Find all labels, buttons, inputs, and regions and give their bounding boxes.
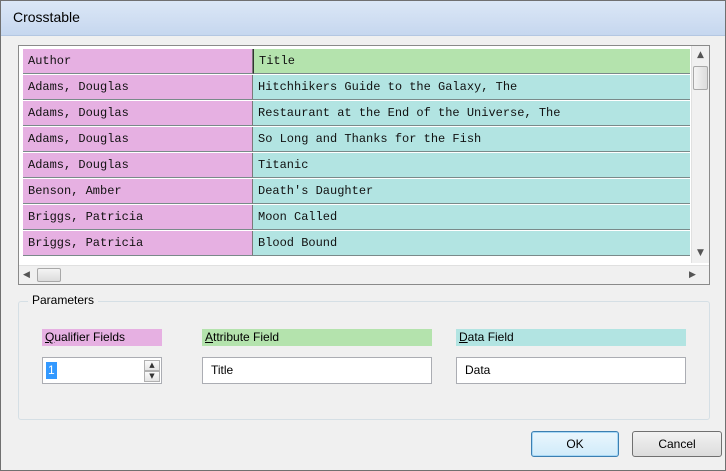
attribute-field-input[interactable]: Title <box>202 357 432 384</box>
grid-viewport: Author Title Adams, Douglas Hitchhikers … <box>23 49 690 261</box>
table-row[interactable]: Adams, Douglas So Long and Thanks for th… <box>23 127 690 153</box>
cell-title[interactable]: Death's Daughter <box>253 179 690 204</box>
cell-title[interactable]: Titanic <box>253 153 690 178</box>
cell-author[interactable]: Adams, Douglas <box>23 101 253 126</box>
header-title[interactable]: Title <box>253 49 690 74</box>
cell-title[interactable]: Moon Called <box>253 205 690 230</box>
table-row[interactable]: Briggs, Patricia Blood Bound <box>23 231 690 257</box>
scroll-up-icon[interactable]: ▲ <box>697 50 704 60</box>
cell-author[interactable]: Briggs, Patricia <box>23 231 253 256</box>
grid-header-row: Author Title <box>23 49 690 75</box>
cell-author[interactable]: Adams, Douglas <box>23 75 253 100</box>
ok-button[interactable]: OK <box>531 431 619 457</box>
parameters-group-label: Parameters <box>28 293 99 307</box>
scroll-down-icon[interactable]: ▼ <box>697 248 704 258</box>
cell-title[interactable]: Blood Bound <box>253 231 690 256</box>
cell-title[interactable]: So Long and Thanks for the Fish <box>253 127 690 152</box>
attribute-field-label: Attribute Field <box>202 329 432 346</box>
scroll-left-icon[interactable]: ◀ <box>23 270 30 280</box>
crosstable-dialog: Crosstable Author Title Adams, Douglas H… <box>0 0 726 471</box>
cell-author[interactable]: Benson, Amber <box>23 179 253 204</box>
vertical-scrollbar[interactable]: ▲ ▼ <box>691 46 709 263</box>
spin-down-icon[interactable]: ▼ <box>144 371 160 382</box>
cell-author[interactable]: Adams, Douglas <box>23 127 253 152</box>
data-field-label: Data Field <box>456 329 686 346</box>
cancel-button[interactable]: Cancel <box>632 431 722 457</box>
qualifier-fields-label: Qualifier Fields <box>42 329 162 346</box>
dialog-client-area: Author Title Adams, Douglas Hitchhikers … <box>9 36 722 462</box>
table-row[interactable]: Adams, Douglas Hitchhikers Guide to the … <box>23 75 690 101</box>
table-row[interactable]: Adams, Douglas Titanic <box>23 153 690 179</box>
crosstable-grid[interactable]: Author Title Adams, Douglas Hitchhikers … <box>18 45 710 285</box>
header-author[interactable]: Author <box>23 49 253 74</box>
vertical-scroll-thumb[interactable] <box>693 66 708 90</box>
cell-author[interactable]: Adams, Douglas <box>23 153 253 178</box>
table-row[interactable]: Benson, Amber Death's Daughter <box>23 179 690 205</box>
cell-author[interactable]: Briggs, Patricia <box>23 205 253 230</box>
qualifier-fields-stepper[interactable]: 1 ▲ ▼ <box>42 357 162 384</box>
table-row[interactable]: Adams, Douglas Restaurant at the End of … <box>23 101 690 127</box>
cell-title[interactable]: Hitchhikers Guide to the Galaxy, The <box>253 75 690 100</box>
table-row[interactable]: Briggs, Patricia Moon Called <box>23 205 690 231</box>
horizontal-scrollbar[interactable]: ◀ ▶ <box>19 265 709 284</box>
window-title: Crosstable <box>13 9 80 25</box>
qualifier-fields-value[interactable]: 1 <box>46 362 57 379</box>
horizontal-scroll-thumb[interactable] <box>37 268 61 282</box>
spin-up-icon[interactable]: ▲ <box>144 360 160 371</box>
data-field-input[interactable]: Data <box>456 357 686 384</box>
title-bar[interactable]: Crosstable <box>1 1 725 36</box>
cell-title[interactable]: Restaurant at the End of the Universe, T… <box>253 101 690 126</box>
scroll-right-icon[interactable]: ▶ <box>689 270 696 280</box>
